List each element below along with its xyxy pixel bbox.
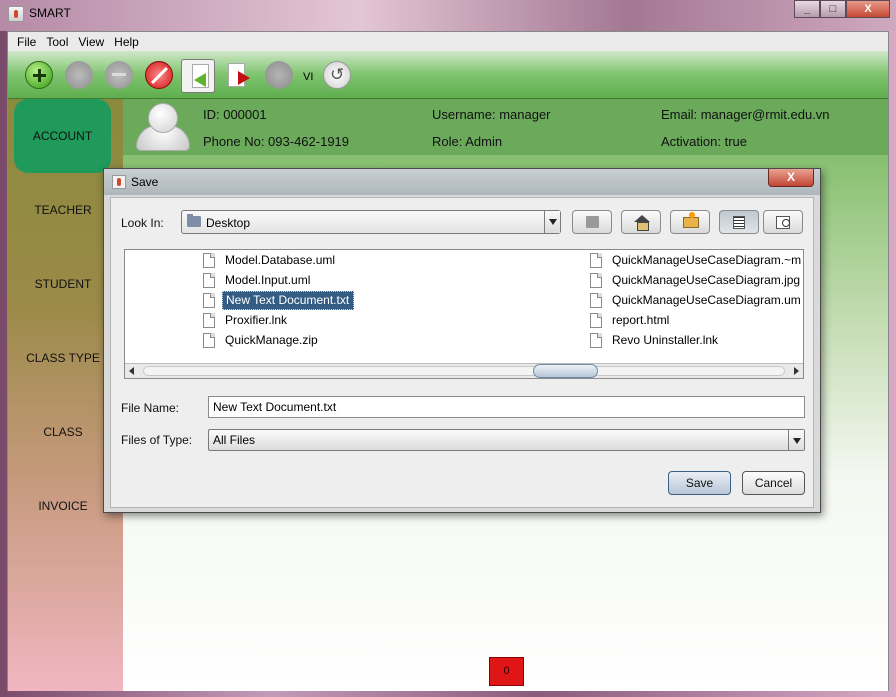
sidebar-item-student[interactable]: STUDENT — [8, 277, 118, 291]
menu-bar: File Tool View Help — [8, 32, 888, 51]
details-view-icon — [776, 216, 790, 229]
remove-icon[interactable] — [105, 61, 133, 89]
minimize-button[interactable]: _ — [794, 0, 820, 18]
maximize-button[interactable]: □ — [820, 0, 846, 18]
file-name: QuickManageUseCaseDiagram.~m — [612, 253, 802, 267]
file-name: Model.Input.uml — [225, 273, 311, 287]
up-folder-icon — [586, 216, 599, 228]
menu-tool[interactable]: Tool — [41, 35, 73, 49]
cancel-button[interactable]: Cancel — [742, 471, 805, 495]
scroll-track[interactable] — [143, 364, 785, 378]
save-button[interactable]: Save — [668, 471, 731, 495]
sidebar-item-class-type[interactable]: CLASS TYPE — [8, 351, 118, 365]
file-name: QuickManageUseCaseDiagram.um — [612, 293, 801, 307]
toolbar: VI — [8, 51, 888, 99]
file-icon — [203, 273, 215, 288]
import-icon[interactable] — [181, 59, 215, 93]
cancel-icon[interactable] — [145, 61, 173, 89]
sidebar-item-teacher[interactable]: TEACHER — [8, 203, 118, 217]
window-title: SMART — [29, 6, 71, 20]
sidebar-item-account[interactable]: ACCOUNT — [14, 99, 111, 173]
chevron-down-icon[interactable] — [544, 211, 560, 233]
dialog-titlebar: Save X — [104, 169, 820, 195]
file-name-label: File Name: — [121, 401, 180, 415]
horizontal-scrollbar[interactable] — [125, 363, 803, 378]
status-counter-badge[interactable]: 0 — [489, 657, 524, 686]
dialog-body: Look In: Desktop Model.Database.uml Mode… — [110, 197, 814, 508]
up-folder-button[interactable] — [572, 210, 612, 234]
save-dialog: Save X Look In: Desktop Model.Database.u… — [103, 168, 821, 513]
java-app-icon — [8, 6, 24, 22]
home-button[interactable] — [621, 210, 661, 234]
file-list[interactable]: Model.Database.uml Model.Input.uml New T… — [124, 249, 804, 379]
file-name: Proxifier.lnk — [225, 313, 288, 327]
scroll-right-icon[interactable] — [788, 364, 803, 378]
dialog-title: Save — [131, 175, 159, 189]
file-icon — [203, 333, 215, 348]
user-id: ID: 000001 — [203, 107, 267, 122]
files-of-type-combo[interactable]: All Files — [208, 429, 805, 451]
info-icon[interactable] — [265, 61, 293, 89]
refresh-icon[interactable] — [323, 61, 351, 89]
dialog-close-button[interactable]: X — [768, 169, 814, 187]
window-controls: _ □ X — [794, 0, 890, 18]
close-button[interactable]: X — [846, 0, 890, 18]
file-name: QuickManage.zip — [225, 333, 318, 347]
gear-icon[interactable] — [65, 61, 93, 89]
home-icon — [634, 215, 650, 231]
user-username: Username: manager — [432, 107, 551, 122]
menu-file[interactable]: File — [12, 35, 41, 49]
folder-icon — [187, 214, 201, 227]
export-icon[interactable] — [224, 60, 256, 92]
list-view-icon — [733, 216, 745, 229]
new-folder-icon — [683, 212, 699, 228]
files-of-type-value: All Files — [213, 433, 256, 447]
file-name: QuickManageUseCaseDiagram.jpg — [612, 273, 801, 287]
scroll-left-icon[interactable] — [125, 364, 140, 378]
java-app-icon — [112, 175, 126, 189]
sidebar-item-class[interactable]: CLASS — [8, 425, 118, 439]
chevron-down-icon[interactable] — [788, 430, 804, 450]
file-icon — [203, 293, 215, 308]
user-role: Role: Admin — [432, 134, 503, 149]
file-name: report.html — [612, 313, 670, 327]
add-icon[interactable] — [25, 61, 53, 89]
menu-help[interactable]: Help — [109, 35, 144, 49]
file-name: Revo Uninstaller.lnk — [612, 333, 719, 347]
list-view-button[interactable] — [719, 210, 759, 234]
file-icon — [590, 313, 602, 328]
scroll-thumb[interactable] — [533, 364, 598, 378]
new-folder-button[interactable] — [670, 210, 710, 234]
look-in-label: Look In: — [121, 216, 164, 230]
files-of-type-label: Files of Type: — [121, 433, 193, 447]
avatar-head-icon — [148, 103, 178, 133]
window-titlebar: SMART _ □ X — [0, 0, 896, 31]
file-icon — [590, 293, 602, 308]
user-activation: Activation: true — [661, 134, 747, 149]
file-icon — [590, 333, 602, 348]
user-email: Email: manager@rmit.edu.vn — [661, 107, 830, 122]
user-phone: Phone No: 093-462-1919 — [203, 134, 350, 149]
sidebar-item-invoice[interactable]: INVOICE — [8, 499, 118, 513]
file-name: Model.Database.uml — [225, 253, 336, 267]
look-in-value: Desktop — [206, 216, 251, 230]
file-name: New Text Document.txt — [222, 291, 355, 310]
file-name-field[interactable]: New Text Document.txt — [208, 396, 805, 418]
file-icon — [590, 273, 602, 288]
file-icon — [203, 253, 215, 268]
menu-view[interactable]: View — [73, 35, 109, 49]
details-view-button[interactable] — [763, 210, 803, 234]
avatar — [134, 103, 192, 153]
look-in-combo[interactable]: Desktop — [181, 210, 561, 234]
user-info-bar: ID: 000001 Phone No: 093-462-1919 Userna… — [123, 99, 888, 155]
file-icon — [203, 313, 215, 328]
language-toggle[interactable]: VI — [303, 71, 313, 83]
file-icon — [590, 253, 602, 268]
